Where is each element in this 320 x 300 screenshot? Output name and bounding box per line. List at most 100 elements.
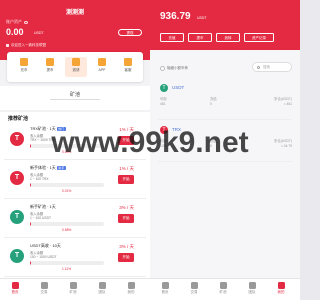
withdraw-button[interactable]: 提现 — [118, 29, 142, 36]
tab-team[interactable]: 团队 — [242, 282, 262, 295]
hide-small-label: 隐藏小额币种 — [167, 66, 188, 70]
tab-team[interactable]: 团队 — [92, 282, 112, 295]
col-label: 折合(USDT) — [274, 139, 292, 143]
home-header: 测测测 账户资产 0.00 USDT 提现 欢迎进入一鼎科技联盟 — [0, 0, 150, 60]
hide-small-checkbox[interactable] — [160, 66, 165, 71]
menu-item-invite[interactable]: 邀请 — [65, 57, 87, 77]
total-assets: 936.79 — [160, 11, 191, 22]
col-value: 461 — [160, 102, 166, 106]
trade-icon — [40, 282, 48, 289]
progress-bar — [30, 261, 104, 265]
menu-item-withdraw[interactable]: 提币 — [39, 58, 61, 73]
notice-bar[interactable]: 欢迎进入一鼎科技联盟 — [6, 43, 46, 48]
tab-label: 团队 — [248, 290, 256, 294]
progress-fill — [30, 261, 32, 265]
mining-list: 推荐矿池 T TRX矿池 · 1天 热门 1% / 天 收入余额 TRX ~ 10… — [0, 112, 150, 278]
tab-label: 团队 — [98, 290, 106, 294]
usdt-coin-icon: T — [160, 84, 168, 92]
asset-values: 可用 冻结 折合(USDT) 1200 0 ≈ 44.79 — [160, 138, 292, 150]
progress-bar — [30, 183, 104, 187]
list-item[interactable]: T 新手体验 · 1天 新手 1% / 天 收入余额 1 ~ 100 TRX 0.… — [4, 161, 146, 199]
asset-row-usdt[interactable]: T USDT 可用 冻结 折合(USDT) 461 0 ≈ 461 — [158, 80, 292, 120]
trade-icon — [190, 282, 198, 289]
menu-item-app[interactable]: APP — [91, 58, 113, 72]
col-value: 1200 — [160, 144, 168, 148]
tab-home[interactable]: 首页 — [5, 282, 25, 295]
list-item[interactable]: T TRX矿池 · 1天 热门 1% / 天 收入余额 TRX ~ 1000 TR… — [4, 122, 146, 160]
item-rate: 1% / 天 — [119, 166, 134, 171]
item-tag: 热门 — [56, 127, 66, 131]
search-placeholder: 搜索 — [263, 65, 270, 69]
asset-label-text: 账户资产 — [6, 19, 22, 24]
service-icon — [124, 58, 132, 66]
col-label: 可用 — [160, 139, 167, 143]
asset-row-trx[interactable]: T TRX 可用 冻结 折合(USDT) 1200 0 ≈ 44.79 — [158, 122, 292, 162]
item-name-text: 新手体验 · 1天 — [30, 165, 56, 170]
start-button[interactable]: 开始 — [118, 214, 134, 223]
item-rate: 1% / 天 — [119, 127, 134, 132]
tab-trade[interactable]: 交易 — [184, 282, 204, 295]
tab-mine[interactable]: 我的 — [271, 282, 291, 295]
item-range: 100 ~ 1000 USDT — [30, 255, 57, 259]
tab-mine[interactable]: 我的 — [121, 282, 141, 295]
tab-pool[interactable]: 矿池 — [213, 282, 233, 295]
pool-section[interactable]: 矿池 — [0, 86, 150, 110]
item-range: TRX ~ 1000 TRX — [30, 138, 56, 142]
item-tag: 新手 — [56, 166, 66, 170]
menu-item-service[interactable]: 客服 — [117, 58, 139, 73]
trx-coin-icon: T — [160, 126, 168, 134]
assets-header: 936.79 USDT 充值 提币 划转 资产记录 — [150, 0, 300, 50]
progress-fill — [30, 144, 32, 148]
total-assets-unit: USDT — [197, 16, 207, 20]
col-label: 冻结 — [210, 139, 217, 143]
user-icon — [277, 282, 285, 289]
item-rate: 3% / 天 — [119, 205, 134, 210]
notice-text: 欢迎进入一鼎科技联盟 — [11, 43, 46, 47]
tab-label: 首页 — [161, 290, 169, 294]
team-icon — [98, 282, 106, 289]
col-label: 冻结 — [210, 97, 217, 101]
invite-icon — [72, 58, 80, 66]
pool-icon — [219, 282, 227, 289]
menu-label: 邀请 — [72, 68, 80, 72]
team-icon — [248, 282, 256, 289]
start-button[interactable]: 开始 — [118, 175, 134, 184]
menu-label: 提币 — [46, 68, 54, 72]
asset-unit: USDT — [34, 31, 44, 35]
tab-home[interactable]: 首页 — [155, 282, 175, 295]
list-title: 推荐矿池 — [8, 116, 29, 122]
menu-label: 充币 — [20, 68, 28, 72]
col-label: 可用 — [160, 97, 167, 101]
deposit-button[interactable]: 充值 — [160, 33, 184, 42]
bottom-tabbar: 首页 交易 矿池 团队 我的 — [0, 278, 150, 300]
progress-bar — [30, 144, 104, 148]
menu-item-deposit[interactable]: 充币 — [13, 58, 35, 73]
transfer-button[interactable]: 划转 — [216, 33, 240, 42]
col-value: 0 — [210, 144, 212, 148]
home-icon — [161, 282, 169, 289]
quick-menu: 充币 提币 邀请 APP 客服 — [7, 52, 143, 82]
asset-records-button[interactable]: 资产记录 — [244, 33, 274, 42]
start-button[interactable]: 开始 — [118, 253, 134, 262]
progress-fill — [30, 183, 32, 187]
tab-pool[interactable]: 矿池 — [63, 282, 83, 295]
divider — [50, 99, 100, 100]
eye-icon[interactable] — [24, 20, 28, 24]
list-item[interactable]: T USDT高收 · 10天 3% / 天 收入余额 100 ~ 1000 US… — [4, 239, 146, 277]
tab-trade[interactable]: 交易 — [34, 282, 54, 295]
assets-screen: 936.79 USDT 充值 提币 划转 资产记录 隐藏小额币种 搜索 T US… — [150, 0, 300, 300]
col-value: 0 — [210, 102, 212, 106]
menu-label: 客服 — [124, 68, 132, 72]
asset-values: 可用 冻结 折合(USDT) 461 0 ≈ 461 — [160, 96, 292, 108]
list-item[interactable]: T 新手矿池 · 1天 3% / 天 收入余额 1 ~ 100 USDT 0.5… — [4, 200, 146, 238]
item-name: 新手矿池 · 1天 — [30, 204, 56, 210]
trx-coin-icon: T — [10, 132, 24, 146]
start-button[interactable]: 开始 — [118, 136, 134, 145]
item-name: USDT高收 · 10天 — [30, 243, 61, 249]
pool-icon — [69, 282, 77, 289]
search-input[interactable]: 搜索 — [252, 62, 292, 72]
asset-label: 账户资产 — [6, 19, 28, 25]
menu-label: APP — [98, 68, 106, 72]
bottom-tabbar: 首页 交易 矿池 团队 我的 — [150, 278, 300, 300]
withdraw-coin-button[interactable]: 提币 — [188, 33, 212, 42]
